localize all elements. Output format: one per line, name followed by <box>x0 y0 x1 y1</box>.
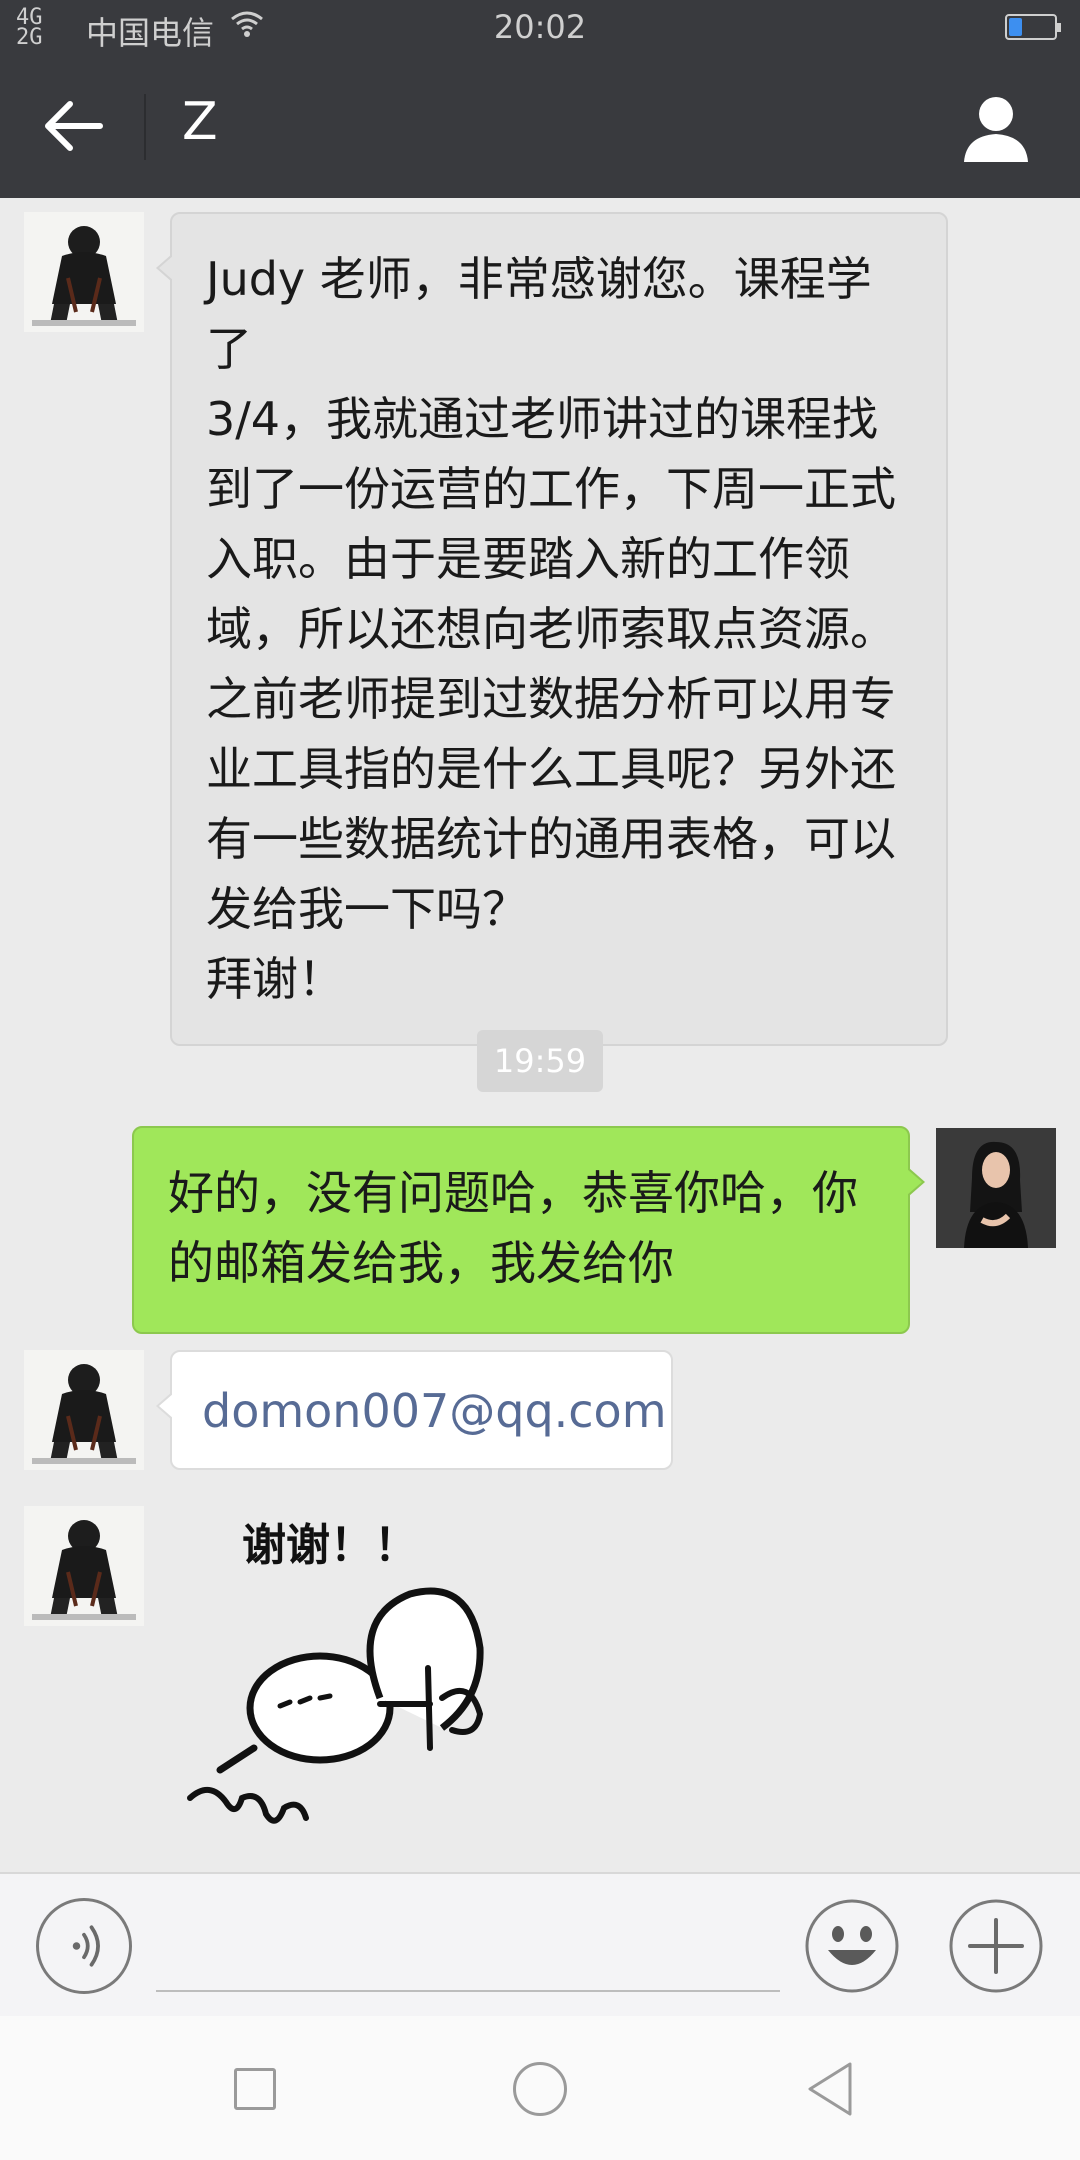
contact-avatar[interactable] <box>24 1350 144 1470</box>
back-triangle-icon[interactable] <box>804 2060 856 2118</box>
message-input[interactable] <box>156 1990 780 1992</box>
thank-you-sticker[interactable]: 谢谢！！ <box>180 1498 540 1858</box>
my-avatar[interactable] <box>936 1128 1056 1248</box>
avatar-photo <box>24 212 144 332</box>
recent-apps-icon[interactable] <box>234 2068 276 2110</box>
message-list[interactable]: Judy 老师，非常感谢您。课程学了 3/4，我就通过老师讲过的课程找 到了一份… <box>0 198 1080 1872</box>
status-bar: 4G 2G 中国电信 20:02 <box>0 0 1080 56</box>
message-timestamp: 19:59 <box>477 1030 603 1092</box>
plus-icon[interactable] <box>948 1898 1044 1994</box>
chat-header: Z <box>0 56 1080 198</box>
avatar-photo <box>936 1128 1056 1248</box>
avatar-photo <box>24 1350 144 1470</box>
message-input-bar <box>0 1872 1080 2018</box>
emoji-icon[interactable] <box>804 1898 900 1994</box>
arrow-left-icon[interactable] <box>40 96 110 156</box>
outgoing-message[interactable]: 好的，没有问题哈，恭喜你哈，你的邮箱发给我，我发给你 <box>132 1126 925 1334</box>
battery-icon <box>1005 14 1061 40</box>
header-divider <box>144 94 146 160</box>
chat-title: Z <box>182 92 218 152</box>
contact-avatar[interactable] <box>24 1506 144 1626</box>
incoming-message[interactable]: domon007@qq.com <box>156 1350 673 1470</box>
system-nav-bar <box>0 2016 1080 2160</box>
clock: 20:02 <box>493 8 587 46</box>
email-link[interactable]: domon007@qq.com <box>202 1384 667 1438</box>
person-icon[interactable] <box>960 92 1032 164</box>
voice-icon[interactable] <box>36 1898 132 1994</box>
sticker-caption: 谢谢！！ <box>242 1520 418 1571</box>
battery-level <box>1009 18 1022 36</box>
contact-avatar[interactable] <box>24 212 144 332</box>
avatar-photo <box>24 1506 144 1626</box>
incoming-message[interactable]: Judy 老师，非常感谢您。课程学了 3/4，我就通过老师讲过的课程找 到了一份… <box>156 212 948 1046</box>
home-icon[interactable] <box>513 2062 567 2116</box>
